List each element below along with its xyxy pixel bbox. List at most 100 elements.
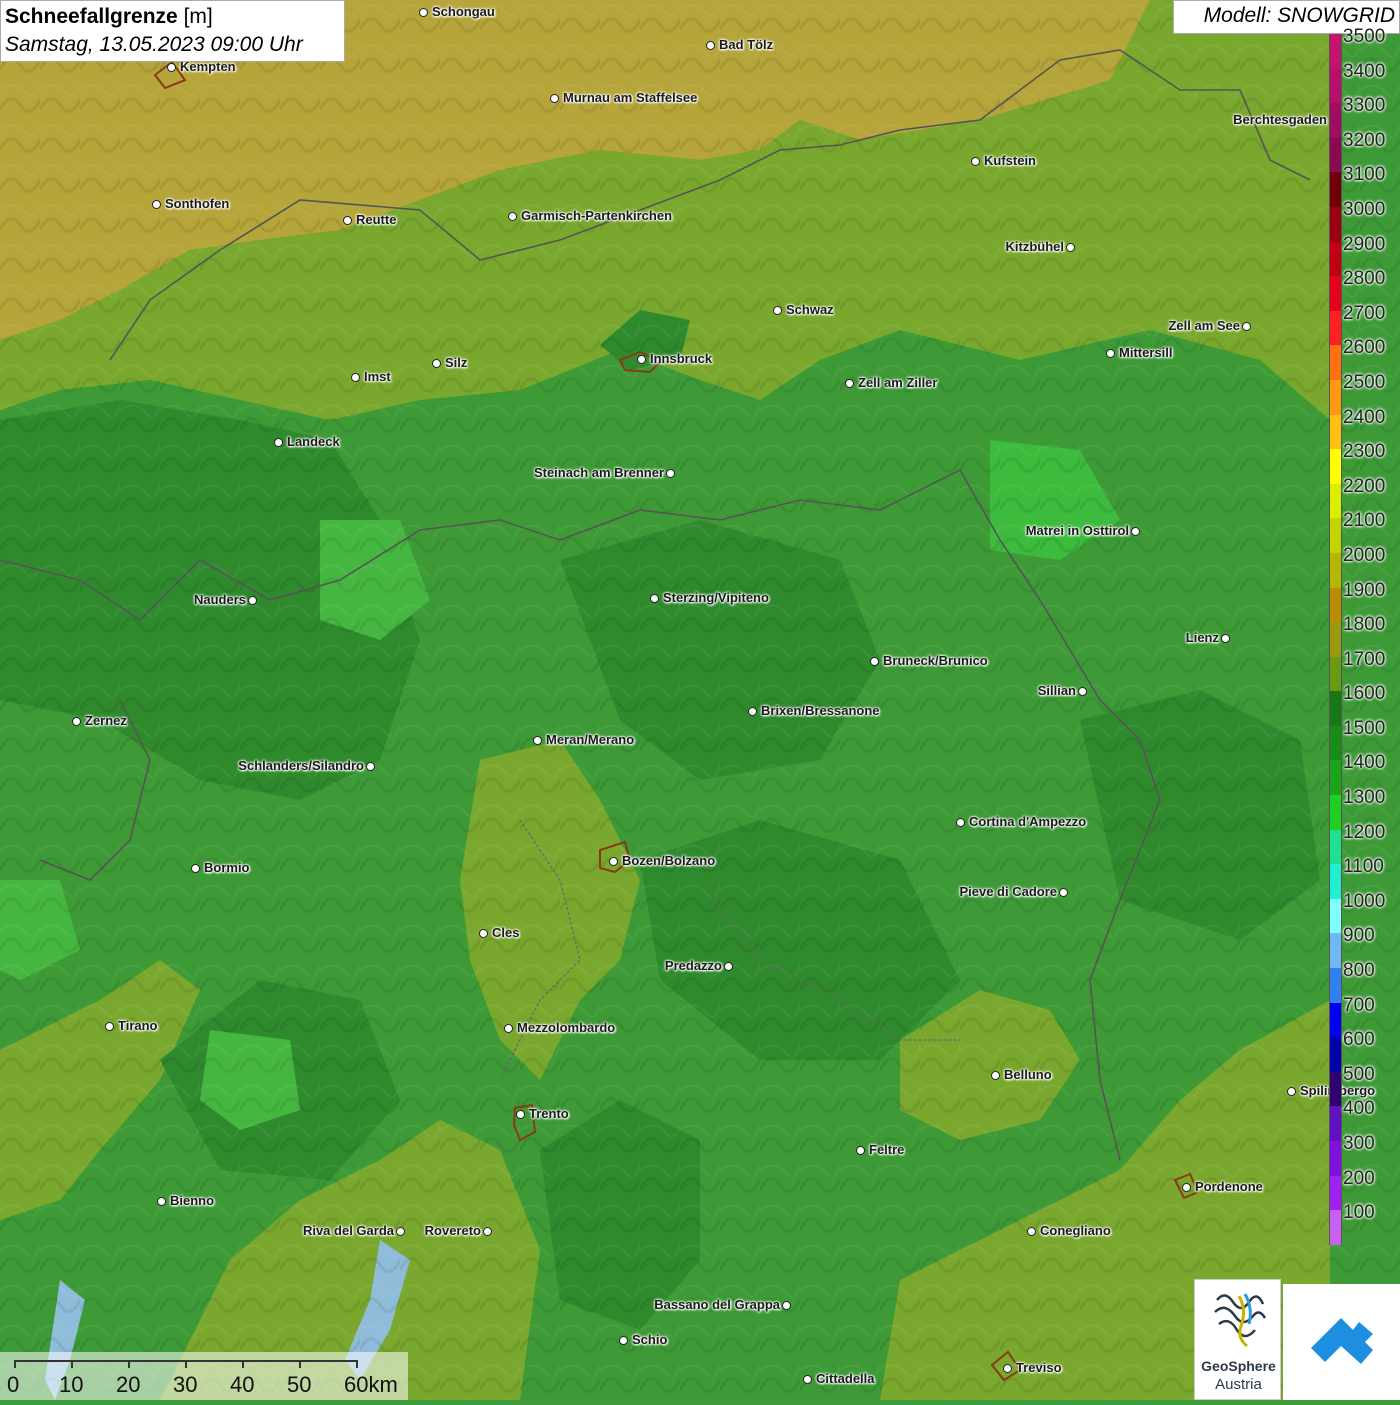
city-marker[interactable] — [773, 306, 782, 315]
city-marker[interactable] — [1066, 243, 1075, 252]
city-marker[interactable] — [706, 41, 715, 50]
city-label[interactable]: Schlanders/Silandro — [238, 758, 364, 773]
city-marker[interactable] — [483, 1227, 492, 1236]
city-label[interactable]: Garmisch-Partenkirchen — [521, 208, 672, 223]
city-marker[interactable] — [666, 469, 675, 478]
city-label[interactable]: Bruneck/Brunico — [883, 653, 988, 668]
city-label[interactable]: Murnau am Staffelsee — [563, 90, 697, 105]
city-label[interactable]: Tirano — [118, 1018, 158, 1033]
city-marker[interactable] — [396, 1227, 405, 1236]
app-logo[interactable] — [1283, 1284, 1400, 1400]
city-marker[interactable] — [1078, 687, 1087, 696]
city-label[interactable]: Kufstein — [984, 153, 1036, 168]
city-label[interactable]: Schongau — [432, 4, 495, 19]
city-marker[interactable] — [479, 929, 488, 938]
city-marker[interactable] — [533, 736, 542, 745]
city-marker[interactable] — [1182, 1183, 1191, 1192]
city-label[interactable]: Bozen/Bolzano — [622, 853, 715, 868]
city-label[interactable]: Bad Tölz — [719, 37, 773, 52]
city-label[interactable]: Sterzing/Vipiteno — [663, 590, 769, 605]
city-marker[interactable] — [1242, 322, 1251, 331]
city-label[interactable]: Sillian — [1038, 683, 1076, 698]
city-label[interactable]: Riva del Garda — [303, 1223, 394, 1238]
city-marker[interactable] — [845, 379, 854, 388]
city-marker[interactable] — [72, 717, 81, 726]
city-label[interactable]: Landeck — [287, 434, 340, 449]
city-label[interactable]: Nauders — [194, 592, 246, 607]
city-marker[interactable] — [157, 1197, 166, 1206]
city-marker[interactable] — [724, 962, 733, 971]
city-marker[interactable] — [419, 8, 428, 17]
city-label[interactable]: Pieve di Cadore — [959, 884, 1057, 899]
city-marker[interactable] — [1106, 349, 1115, 358]
city-label[interactable]: Pordenone — [1195, 1179, 1263, 1194]
city-label[interactable]: Innsbruck — [650, 351, 712, 366]
city-marker[interactable] — [550, 94, 559, 103]
city-label[interactable]: Schwaz — [786, 302, 834, 317]
city-marker[interactable] — [870, 657, 879, 666]
city-marker[interactable] — [991, 1071, 1000, 1080]
city-marker[interactable] — [956, 818, 965, 827]
city-marker[interactable] — [803, 1375, 812, 1384]
city-label[interactable]: Bienno — [170, 1193, 214, 1208]
city-marker[interactable] — [1221, 634, 1230, 643]
city-marker[interactable] — [105, 1022, 114, 1031]
city-marker[interactable] — [1287, 1087, 1296, 1096]
city-label[interactable]: Kitzbühel — [1006, 239, 1065, 254]
city-label[interactable]: Reutte — [356, 212, 396, 227]
city-marker[interactable] — [191, 864, 200, 873]
city-label[interactable]: Brixen/Bressanone — [761, 703, 880, 718]
city-label[interactable]: Treviso — [1016, 1360, 1062, 1375]
city-label[interactable]: Lienz — [1186, 630, 1219, 645]
city-label[interactable]: Rovereto — [425, 1223, 481, 1238]
city-label[interactable]: Schio — [632, 1332, 667, 1347]
city-label[interactable]: Meran/Merano — [546, 732, 634, 747]
city-label[interactable]: Predazzo — [665, 958, 722, 973]
city-label[interactable]: Mittersill — [1119, 345, 1172, 360]
city-marker[interactable] — [650, 594, 659, 603]
city-label[interactable]: Zell am Ziller — [858, 375, 937, 390]
city-marker[interactable] — [508, 212, 517, 221]
city-label[interactable]: Zell am See — [1168, 318, 1240, 333]
city-marker[interactable] — [856, 1146, 865, 1155]
city-marker[interactable] — [609, 857, 618, 866]
city-label[interactable]: Feltre — [869, 1142, 904, 1157]
city-label[interactable]: Cittadella — [816, 1371, 875, 1386]
city-label[interactable]: Conegliano — [1040, 1223, 1111, 1238]
city-marker[interactable] — [167, 63, 176, 72]
city-label[interactable]: Steinach am Brenner — [534, 465, 664, 480]
city-marker[interactable] — [1003, 1364, 1012, 1373]
city-marker[interactable] — [343, 216, 352, 225]
city-label[interactable]: Sonthofen — [165, 196, 229, 211]
city-label[interactable]: Matrei in Osttirol — [1026, 523, 1129, 538]
city-marker[interactable] — [504, 1024, 513, 1033]
city-marker[interactable] — [637, 355, 646, 364]
city-marker[interactable] — [782, 1301, 791, 1310]
city-marker[interactable] — [1059, 888, 1068, 897]
city-label[interactable]: Berchtesgaden — [1233, 112, 1327, 127]
city-label[interactable]: Cortina d'Ampezzo — [969, 814, 1086, 829]
city-label[interactable]: Bormio — [204, 860, 250, 875]
city-label[interactable]: Trento — [529, 1106, 569, 1121]
city-marker[interactable] — [971, 157, 980, 166]
city-marker[interactable] — [248, 596, 257, 605]
city-marker[interactable] — [1131, 527, 1140, 536]
city-marker[interactable] — [152, 200, 161, 209]
city-marker[interactable] — [432, 359, 441, 368]
city-marker[interactable] — [366, 762, 375, 771]
city-label[interactable]: Bassano del Grappa — [654, 1297, 780, 1312]
city-label[interactable]: Silz — [445, 355, 467, 370]
geosphere-logo[interactable]: GeoSphere Austria — [1194, 1279, 1281, 1400]
city-label[interactable]: Belluno — [1004, 1067, 1052, 1082]
city-marker[interactable] — [1027, 1227, 1036, 1236]
city-label[interactable]: Mezzolombardo — [517, 1020, 615, 1035]
city-label[interactable]: Zernez — [85, 713, 127, 728]
city-label[interactable]: Imst — [364, 369, 391, 384]
city-marker[interactable] — [619, 1336, 628, 1345]
city-label[interactable]: Cles — [492, 925, 519, 940]
city-marker[interactable] — [274, 438, 283, 447]
city-marker[interactable] — [748, 707, 757, 716]
city-marker[interactable] — [516, 1110, 525, 1119]
scale-bar: 0 10 20 30 40 50 60km — [0, 1352, 408, 1400]
city-marker[interactable] — [351, 373, 360, 382]
